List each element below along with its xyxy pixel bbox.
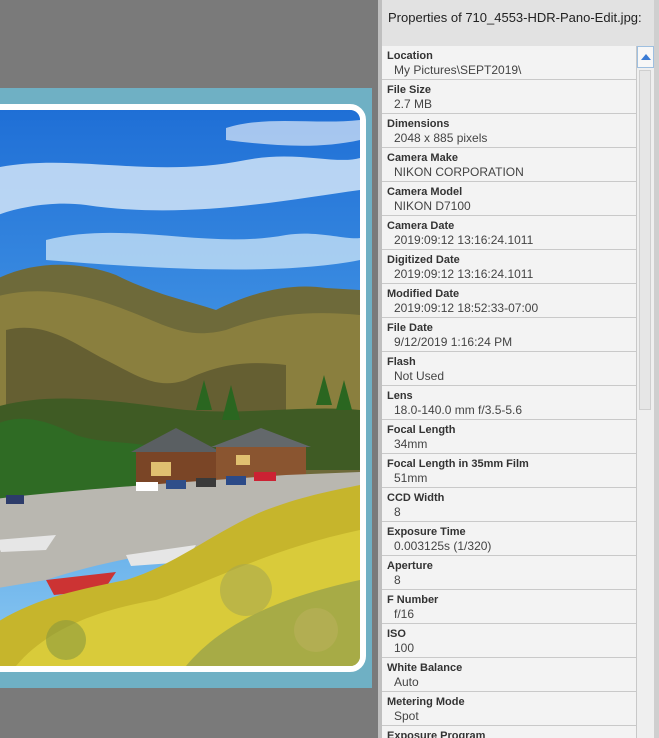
property-row[interactable]: Location My Pictures\SEPT2019\ [382,46,636,80]
property-name: CCD Width [387,492,445,504]
property-name: Camera Make [387,152,458,164]
property-row[interactable]: White Balance Auto [382,658,636,692]
property-value: 2019:09:12 13:16:24.1011 [394,233,534,247]
property-value: 8 [394,573,401,587]
property-row[interactable]: Camera Make NIKON CORPORATION [382,148,636,182]
property-row[interactable]: Metering Mode Spot [382,692,636,726]
property-row[interactable]: File Date 9/12/2019 1:16:24 PM [382,318,636,352]
property-value: 8 [394,505,401,519]
window-edge [654,0,659,738]
panel-title: Properties of 710_4553-HDR-Pano-Edit.jpg… [388,10,642,25]
property-row[interactable]: Focal Length 34mm [382,420,636,454]
property-value: 18.0-140.0 mm f/3.5-5.6 [394,403,523,417]
property-value: 2019:09:12 13:16:24.1011 [394,267,534,281]
image-viewer[interactable] [0,0,378,738]
property-row[interactable]: Flash Not Used [382,352,636,386]
property-name: Dimensions [387,118,450,130]
property-value: 9/12/2019 1:16:24 PM [394,335,513,349]
property-name: ISO [387,628,406,640]
photo-frame [0,88,372,688]
properties-list[interactable]: Location My Pictures\SEPT2019\ File Size 2.… [382,46,636,738]
property-name: Focal Length [387,424,456,436]
property-row[interactable]: ISO 100 [382,624,636,658]
property-value: NIKON D7100 [394,199,471,213]
vertical-scrollbar[interactable] [636,46,654,738]
property-name: Exposure Program [387,730,486,738]
property-row[interactable]: Dimensions 2048 x 885 pixels [382,114,636,148]
property-value: Spot [394,709,419,723]
property-value: Not Used [394,369,445,383]
property-name: F Number [387,594,439,606]
property-value: NIKON CORPORATION [394,165,524,179]
property-name: Focal Length in 35mm Film [387,458,529,470]
property-row[interactable]: Focal Length in 35mm Film 51mm [382,454,636,488]
property-value: 51mm [394,471,428,485]
property-name: File Size [387,84,432,96]
property-row[interactable]: F Number f/16 [382,590,636,624]
photo-preview[interactable] [0,104,366,672]
scroll-thumb[interactable] [639,70,651,410]
property-value: Auto [394,675,419,689]
property-name: Camera Date [387,220,455,232]
scroll-up-button[interactable] [637,46,654,68]
property-row[interactable]: Camera Model NIKON D7100 [382,182,636,216]
property-value: 0.003125s (1/320) [394,539,492,553]
property-name: Metering Mode [387,696,465,708]
property-name: Aperture [387,560,433,572]
property-value: 34mm [394,437,428,451]
property-name: White Balance [387,662,463,674]
property-value: 100 [394,641,415,655]
property-name: File Date [387,322,433,334]
property-row[interactable]: Exposure Program [382,726,636,738]
property-name: Lens [387,390,413,402]
property-row[interactable]: Exposure Time 0.003125s (1/320) [382,522,636,556]
property-row[interactable]: Lens 18.0-140.0 mm f/3.5-5.6 [382,386,636,420]
property-name: Flash [387,356,416,368]
property-value: My Pictures\SEPT2019\ [394,63,522,77]
property-row[interactable]: File Size 2.7 MB [382,80,636,114]
property-name: Exposure Time [387,526,466,538]
property-row[interactable]: CCD Width 8 [382,488,636,522]
property-row[interactable]: Digitized Date 2019:09:12 13:16:24.1011 [382,250,636,284]
chevron-up-icon [641,54,651,60]
property-value: 2019:09:12 18:52:33-07:00 [394,301,539,315]
property-name: Digitized Date [387,254,460,266]
property-value: 2048 x 885 pixels [394,131,488,145]
landscape-photo [0,110,360,666]
property-name: Camera Model [387,186,463,198]
property-row[interactable]: Modified Date 2019:09:12 18:52:33-07:00 [382,284,636,318]
property-row[interactable]: Camera Date 2019:09:12 13:16:24.1011 [382,216,636,250]
property-row[interactable]: Aperture 8 [382,556,636,590]
property-name: Modified Date [387,288,460,300]
property-value: 2.7 MB [394,97,433,111]
property-name: Location [387,50,433,62]
property-value: f/16 [394,607,415,621]
